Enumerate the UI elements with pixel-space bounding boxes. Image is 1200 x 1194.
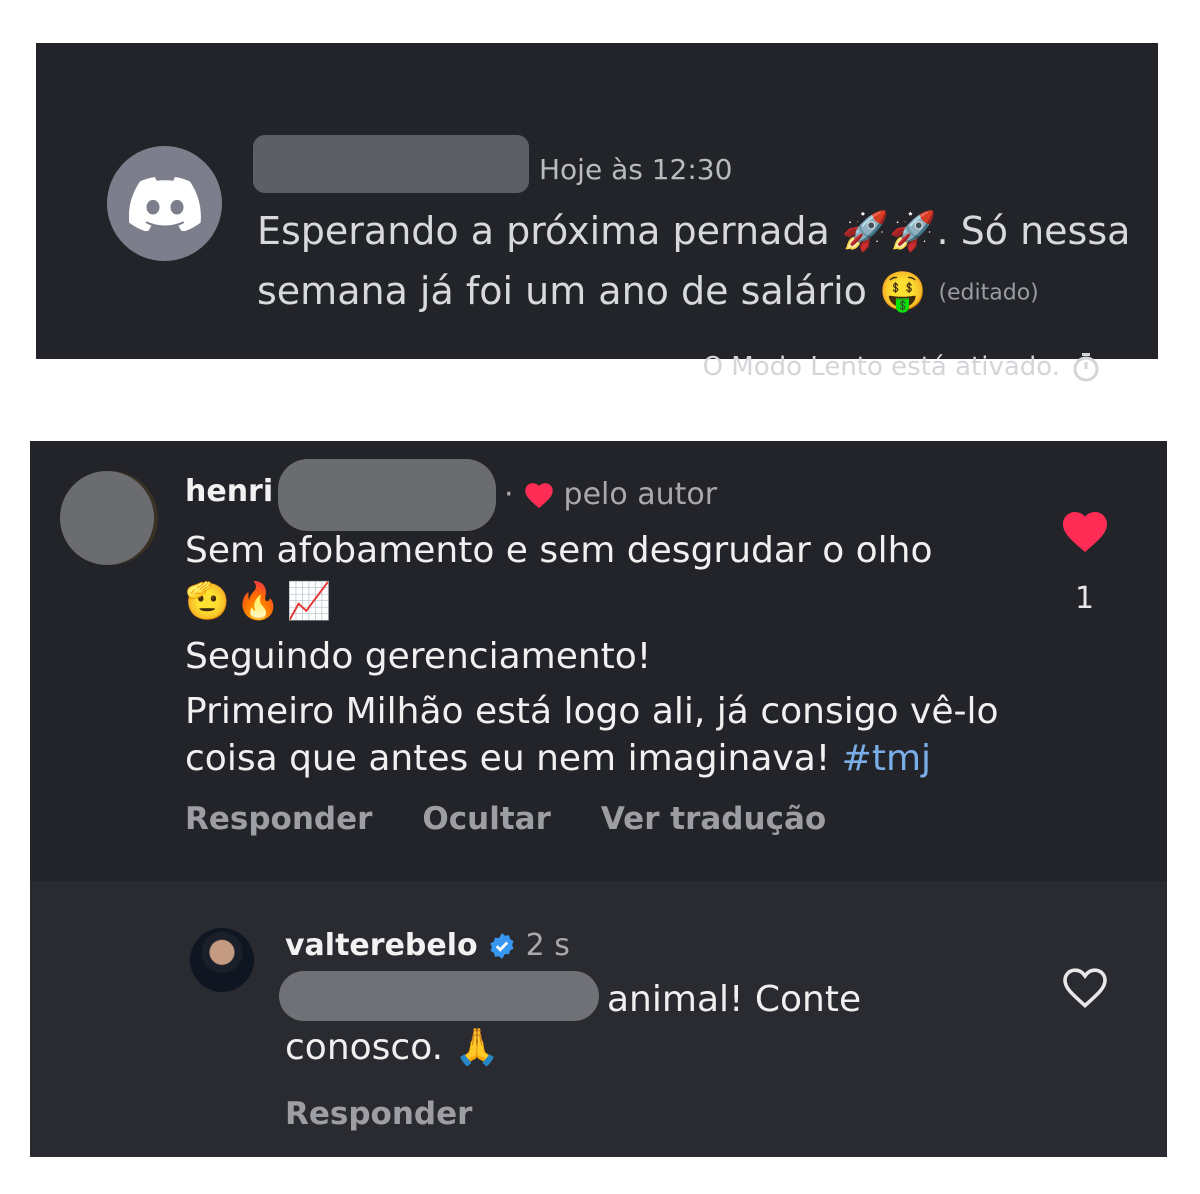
verified-badge-icon [488, 932, 516, 960]
reply-thread-background [30, 881, 1167, 1157]
heart-filled-icon[interactable] [1061, 509, 1109, 553]
reply-header: valterebelo 2 s [285, 928, 570, 963]
instagram-comment-card: henri · pelo autor Sem afobamento e sem … [30, 441, 1167, 1157]
like-count: 1 [1075, 581, 1095, 616]
hashtag-link[interactable]: #tmj [842, 738, 931, 779]
stopwatch-icon [1073, 353, 1099, 382]
edited-label: (editado) [938, 280, 1039, 306]
comment-line-3: Primeiro Milhão está logo ali, já consig… [185, 691, 999, 779]
redacted-username [278, 459, 496, 531]
reply-text-line-2: conosco. 🙏 [285, 1027, 500, 1068]
praying-hands-emoji: 🙏 [454, 1027, 500, 1068]
discord-message-card: Hoje às 12:30 Esperando a próxima pernad… [36, 43, 1158, 382]
hide-button[interactable]: Ocultar [422, 801, 550, 837]
message-timestamp: Hoje às 12:30 [539, 153, 733, 186]
message-text: Esperando a próxima pernada 🚀🚀. Só nessa… [257, 201, 1157, 324]
rocket-emoji: 🚀🚀 [841, 209, 937, 253]
message-part-1: Esperando a próxima pernada [257, 209, 842, 253]
comment-username[interactable]: henri [185, 474, 273, 509]
redacted-avatar[interactable] [60, 471, 154, 565]
comment-text: Sem afobamento e sem desgrudar o olho 🫡🔥… [185, 527, 1015, 782]
liked-by-author: · pelo autor [504, 477, 718, 512]
redacted-username [253, 135, 529, 193]
discord-logo-icon [128, 176, 201, 231]
discord-avatar[interactable] [107, 146, 222, 261]
slowmode-text: O Modo Lento está ativado. [702, 352, 1060, 382]
reply-avatar[interactable] [190, 928, 254, 992]
reply-button[interactable]: Responder [185, 801, 372, 837]
comment-line-2: Seguindo gerenciamento! [185, 636, 652, 677]
comment-emojis: 🫡🔥📈 [185, 581, 338, 622]
slowmode-indicator: O Modo Lento está ativado. [703, 352, 1100, 382]
page: Hoje às 12:30 Esperando a próxima pernad… [0, 0, 1200, 1194]
heart-filled-icon [524, 481, 554, 509]
reply-text-line-1: animal! Conte [607, 979, 862, 1020]
heart-outline-icon[interactable] [1061, 965, 1109, 1009]
reply-timestamp: 2 s [525, 928, 570, 963]
comment-actions: Responder Ocultar Ver tradução [185, 801, 826, 837]
reply-reply-button[interactable]: Responder [285, 1096, 472, 1132]
liked-by-label: pelo autor [563, 477, 718, 512]
translate-button[interactable]: Ver tradução [601, 801, 826, 837]
reply-username[interactable]: valterebelo [285, 928, 478, 963]
money-face-emoji: 🤑 [879, 269, 927, 313]
comment-line-1: Sem afobamento e sem desgrudar o olho [185, 530, 933, 571]
redacted-mention [279, 971, 599, 1021]
